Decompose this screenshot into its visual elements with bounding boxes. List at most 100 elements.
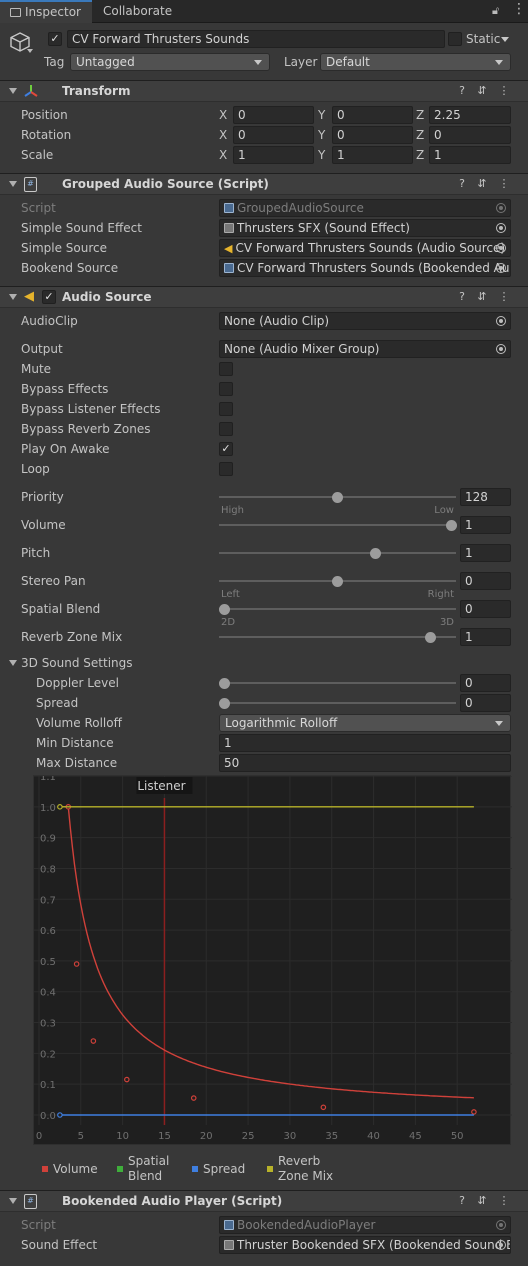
component-menu-icon[interactable]: ⋮ [498, 178, 510, 190]
grouped-audio-source-header[interactable]: # Grouped Audio Source (Script) ? ⇵ ⋮ [0, 173, 528, 195]
spatial-blend-slider-track[interactable] [219, 608, 456, 610]
transform-header[interactable]: Transform ? ⇵ ⋮ [0, 80, 528, 102]
static-checkbox[interactable] [448, 32, 462, 46]
volume-slider-thumb[interactable] [445, 519, 457, 531]
audio-source-enabled-checkbox[interactable]: ✓ [42, 290, 56, 304]
active-checkbox[interactable]: ✓ [48, 32, 62, 46]
object-picker-icon[interactable] [496, 263, 506, 273]
volume-slider-track[interactable] [219, 524, 456, 526]
audioclip-field[interactable]: None (Audio Clip) [219, 312, 511, 330]
rolloff-curve-svg[interactable]: 0.0 0.1 0.2 0.3 0.4 0.5 0.6 0.7 0.8 0.9 1.0 1.1 0 5 10… [34, 772, 512, 1146]
fold-icon[interactable] [9, 88, 17, 94]
position-x-input[interactable]: 0 [233, 106, 314, 124]
reverb-zone-mix-slider-thumb[interactable] [424, 631, 436, 643]
tab-collaborate[interactable]: Collaborate [93, 0, 182, 23]
spread-slider-track[interactable] [219, 702, 456, 704]
3d-sound-settings-label[interactable]: 3D Sound Settings [21, 654, 133, 672]
priority-slider-thumb[interactable] [332, 491, 343, 503]
rotation-x-axis-label[interactable]: X [219, 126, 229, 144]
icon-dropdown-arrow-icon[interactable] [27, 49, 33, 53]
object-picker-icon[interactable] [496, 316, 506, 326]
max-distance-input[interactable]: 50 [219, 754, 511, 772]
rotation-y-axis-label[interactable]: Y [318, 126, 328, 144]
preset-icon[interactable]: ⇵ [476, 178, 488, 190]
object-picker-icon[interactable] [496, 344, 506, 354]
pitch-slider-thumb[interactable] [369, 547, 381, 559]
static-dropdown-icon[interactable] [501, 37, 509, 42]
position-y-axis-label[interactable]: Y [318, 106, 328, 124]
scale-z-axis-label[interactable]: Z [416, 146, 426, 164]
preset-icon[interactable]: ⇵ [476, 1195, 488, 1207]
rotation-y-input[interactable]: 0 [332, 126, 413, 144]
doppler-level-slider-thumb[interactable] [218, 677, 230, 689]
spatial-blend-input[interactable]: 0 [460, 600, 511, 618]
spread-slider-thumb[interactable] [218, 697, 230, 709]
bypass-reverb-checkbox[interactable] [219, 422, 233, 436]
preset-icon[interactable]: ⇵ [476, 291, 488, 303]
static-label[interactable]: Static [466, 30, 500, 48]
priority-input[interactable]: 128 [460, 488, 511, 506]
bookend-source-field[interactable]: CV Forward Thrusters Sounds (Bookended A… [219, 259, 511, 277]
rotation-x-input[interactable]: 0 [233, 126, 314, 144]
pitch-slider-track[interactable] [219, 552, 456, 554]
rotation-z-axis-label[interactable]: Z [416, 126, 426, 144]
position-z-axis-label[interactable]: Z [416, 106, 426, 124]
help-icon[interactable]: ? [456, 85, 468, 97]
layer-dropdown[interactable]: Default [320, 53, 511, 71]
component-menu-icon[interactable]: ⋮ [498, 1195, 510, 1207]
scale-y-axis-label[interactable]: Y [318, 146, 328, 164]
stereo-pan-slider-thumb[interactable] [332, 575, 343, 587]
tab-inspector[interactable]: Inspector [0, 0, 92, 23]
mute-checkbox[interactable] [219, 362, 233, 376]
component-menu-icon[interactable]: ⋮ [498, 291, 510, 303]
scale-y-input[interactable]: 1 [332, 146, 413, 164]
tag-dropdown[interactable]: Untagged [70, 53, 270, 71]
reverb-zone-mix-slider-track[interactable] [219, 636, 456, 638]
doppler-level-slider-track[interactable] [219, 682, 456, 684]
legend-volume[interactable]: Volume [53, 1160, 98, 1178]
simple-source-field[interactable]: ◀ CV Forward Thrusters Sounds (Audio Sour… [219, 239, 511, 257]
help-icon[interactable]: ? [456, 178, 468, 190]
stereo-pan-input[interactable]: 0 [460, 572, 511, 590]
volume-rolloff-dropdown[interactable]: Logarithmic Rolloff [219, 714, 511, 732]
object-picker-icon[interactable] [496, 1240, 506, 1250]
volume-input[interactable]: 1 [460, 516, 511, 534]
sound-effect-field[interactable]: Thruster Bookended SFX (Bookended Sound … [219, 1236, 511, 1254]
lock-icon[interactable]: 🔓︎ [492, 4, 502, 17]
bookended-audio-player-header[interactable]: # Bookended Audio Player (Script) ? ⇵ ⋮ [0, 1190, 528, 1212]
position-y-input[interactable]: 0 [332, 106, 413, 124]
spread-input[interactable]: 0 [460, 694, 511, 712]
bypass-effects-checkbox[interactable] [219, 382, 233, 396]
scale-x-axis-label[interactable]: X [219, 146, 229, 164]
audio-source-header[interactable]: ◀︎ ✓ Audio Source ? ⇵ ⋮ [0, 286, 528, 308]
position-z-input[interactable]: 2.25 [429, 106, 511, 124]
output-field[interactable]: None (Audio Mixer Group) [219, 340, 511, 358]
component-menu-icon[interactable]: ⋮ [498, 85, 510, 97]
fold-icon[interactable] [9, 181, 17, 187]
fold-icon[interactable] [9, 1198, 17, 1204]
scale-x-input[interactable]: 1 [233, 146, 314, 164]
scale-z-input[interactable]: 1 [429, 146, 511, 164]
bypass-listener-checkbox[interactable] [219, 402, 233, 416]
legend-reverb-zone-mix[interactable]: Reverb Zone Mix [278, 1154, 333, 1184]
legend-spatial-blend[interactable]: Spatial Blend [128, 1154, 169, 1184]
rotation-z-input[interactable]: 0 [429, 126, 511, 144]
fold-icon[interactable] [9, 294, 17, 300]
min-distance-input[interactable]: 1 [219, 734, 511, 752]
help-icon[interactable]: ? [456, 291, 468, 303]
rolloff-curve-chart[interactable]: 0.0 0.1 0.2 0.3 0.4 0.5 0.6 0.7 0.8 0.9 1.0 1.1 0 5 10… [33, 772, 512, 1146]
object-picker-icon[interactable] [496, 243, 506, 253]
preset-icon[interactable]: ⇵ [476, 85, 488, 97]
reverb-zone-mix-input[interactable]: 1 [460, 628, 511, 646]
pitch-input[interactable]: 1 [460, 544, 511, 562]
object-name-input[interactable]: CV Forward Thrusters Sounds [67, 30, 445, 48]
object-picker-icon[interactable] [496, 223, 506, 233]
loop-checkbox[interactable] [219, 462, 233, 476]
3d-settings-fold-icon[interactable] [9, 660, 17, 666]
play-on-awake-checkbox[interactable]: ✓ [219, 442, 233, 456]
help-icon[interactable]: ? [456, 1195, 468, 1207]
doppler-level-input[interactable]: 0 [460, 674, 511, 692]
more-menu-icon[interactable]: ⋮ [512, 1, 526, 17]
position-x-axis-label[interactable]: X [219, 106, 229, 124]
spatial-blend-slider-thumb[interactable] [218, 603, 230, 615]
